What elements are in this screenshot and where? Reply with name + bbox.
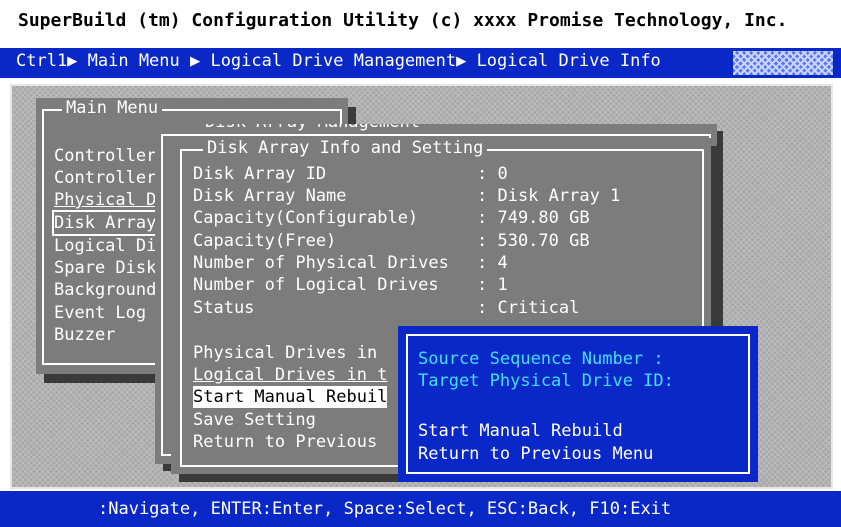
- main-menu-title: Main Menu: [62, 98, 163, 118]
- menu-item-spare-disk[interactable]: Spare Disk: [54, 257, 156, 279]
- return-to-previous-menu-button[interactable]: Return to Previous Menu: [418, 443, 653, 465]
- menu-item-controller-2[interactable]: Controller: [54, 167, 156, 189]
- row-label-disk-array-name: Disk Array Name: [193, 186, 347, 206]
- breadcrumb: Ctrl1▶ Main Menu ▶ Logical Drive Managem…: [16, 51, 661, 71]
- start-manual-rebuild-button[interactable]: Start Manual Rebuild: [418, 420, 623, 442]
- row-label-capacity-free: Capacity(Free): [193, 231, 337, 251]
- menu-item-buzzer[interactable]: Buzzer: [54, 324, 115, 346]
- row-value-logical-drives-count: : 1: [477, 275, 508, 295]
- action-return-to-previous[interactable]: Return to Previous: [193, 431, 377, 453]
- row-value-capacity-configurable: : 749.80 GB: [477, 208, 590, 228]
- row-value-disk-array-id: : 0: [477, 164, 508, 184]
- rebuild-popup: Source Sequence Number : Target Physical…: [398, 326, 758, 482]
- menu-item-controller-1[interactable]: Controller: [54, 145, 156, 167]
- menu-item-logical-drive[interactable]: Logical Di: [54, 235, 156, 257]
- row-label-capacity-configurable: Capacity(Configurable): [193, 208, 419, 228]
- row-value-disk-array-name: : Disk Array 1: [477, 186, 621, 206]
- menu-item-physical-drive[interactable]: Physical D: [54, 189, 156, 211]
- row-label-logical-drives-count: Number of Logical Drives: [193, 275, 439, 295]
- menu-item-disk-array[interactable]: Disk Array: [54, 212, 156, 234]
- breadcrumb-pattern: [733, 51, 833, 75]
- action-start-manual-rebuild[interactable]: Start Manual Rebuil: [193, 386, 388, 408]
- source-sequence-field[interactable]: Source Sequence Number :: [418, 348, 664, 370]
- action-logical-drives-in-array[interactable]: Logical Drives in t: [193, 364, 387, 386]
- app-title: SuperBuild (tm) Configuration Utility (c…: [18, 10, 788, 31]
- info-title: Disk Array Info and Setting: [203, 138, 488, 158]
- action-physical-drives-in-array[interactable]: Physical Drives in: [193, 342, 377, 364]
- menu-item-event-log[interactable]: Event Log: [54, 302, 146, 324]
- status-bar-text: :Navigate, ENTER:Enter, Space:Select, ES…: [98, 499, 672, 519]
- row-value-physical-drives-count: : 4: [477, 253, 508, 273]
- row-value-capacity-free: : 530.70 GB: [477, 231, 590, 251]
- row-label-status: Status: [193, 298, 255, 318]
- target-drive-field[interactable]: Target Physical Drive ID:: [418, 370, 674, 392]
- menu-item-background[interactable]: Background: [54, 279, 156, 301]
- row-value-status: : Critical: [477, 298, 580, 318]
- dam-title: Disk Array Management: [201, 124, 424, 132]
- row-label-disk-array-id: Disk Array ID: [193, 164, 327, 184]
- action-save-setting[interactable]: Save Setting: [193, 409, 316, 431]
- row-label-physical-drives-count: Number of Physical Drives: [193, 253, 449, 273]
